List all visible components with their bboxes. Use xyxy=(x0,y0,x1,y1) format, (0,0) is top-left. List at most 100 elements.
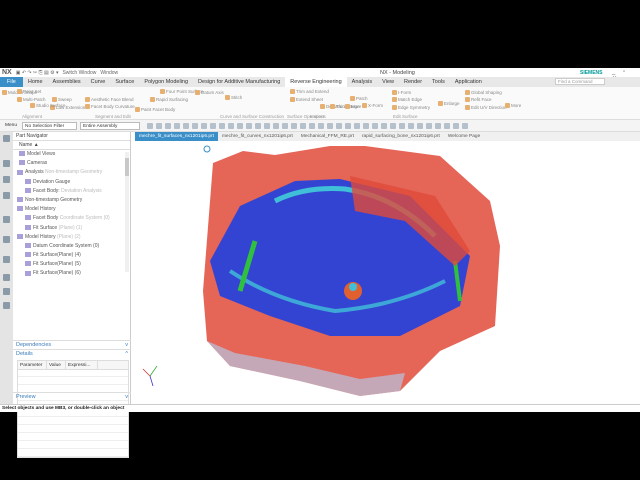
cmd-sweep[interactable]: Sweep xyxy=(52,97,72,102)
tree-item[interactable]: Non-timestamp Geometry xyxy=(13,196,131,205)
tab-render[interactable]: Render xyxy=(399,77,427,87)
cmd-enlarge[interactable]: Enlarge xyxy=(438,101,460,106)
cmd-trim-and-extend[interactable]: Trim and Extend xyxy=(290,89,329,94)
window-menu[interactable]: Window xyxy=(100,70,118,76)
command-icon xyxy=(30,103,35,108)
assembly-navigator-icon[interactable] xyxy=(3,160,10,167)
tab-home[interactable]: Home xyxy=(23,77,48,87)
tab-assemblies[interactable]: Assemblies xyxy=(48,77,86,87)
tree-item[interactable]: Model History (Plane) (2) xyxy=(13,233,131,242)
cmd-datum-axis[interactable]: Datum Axis xyxy=(195,90,224,95)
menu-button[interactable]: Menu xyxy=(3,122,19,130)
command-label: Datum Axis xyxy=(201,90,224,95)
resource-bar xyxy=(0,132,13,404)
quick-access-icons[interactable]: ▣ ↶ ↷ ✂ ⎘ ▤ ⚙ ▾ xyxy=(16,70,59,76)
tab-reverse-engineering[interactable]: Reverse Engineering xyxy=(285,77,347,87)
tree-item[interactable]: Datum Coordinate System (0) xyxy=(13,242,131,251)
cmd-i-form[interactable]: I-Form xyxy=(392,90,411,95)
file-tabs: mechre_fit_surfaces_nx1201ip6.prt mechre_… xyxy=(135,132,640,141)
tab-surface[interactable]: Surface xyxy=(110,77,139,87)
cmd-global-shaping[interactable]: Global Shaping xyxy=(465,90,502,95)
tab-analysis[interactable]: Analysis xyxy=(347,77,377,87)
reuse-library-icon[interactable] xyxy=(3,192,10,199)
parameter-column-header[interactable]: Parameter xyxy=(18,361,47,369)
file-tab[interactable]: mechre_fit_surfaces_nx1201ip6.prt xyxy=(135,132,218,141)
cmd-rapid-surfacing[interactable]: Rapid Surfacing xyxy=(150,97,188,102)
value-column-header[interactable]: Value xyxy=(47,361,66,369)
tab-application[interactable]: Application xyxy=(450,77,487,87)
cmd-paint-facet-body[interactable]: Paint Facet Body xyxy=(135,107,175,112)
tab-file[interactable]: File xyxy=(0,77,23,87)
name-column-label: Name xyxy=(19,142,33,148)
cmd-x-form[interactable]: X-Form xyxy=(362,103,383,108)
find-command-input[interactable]: Find a Command xyxy=(555,78,605,85)
feature-icon xyxy=(25,261,31,267)
palette-icon[interactable] xyxy=(3,236,10,243)
cmd-stitch[interactable]: Stitch xyxy=(225,95,242,100)
tree-item[interactable]: Fit Surface(Plane) (4) xyxy=(13,251,131,260)
snap-icons[interactable] xyxy=(147,122,468,129)
knowledge-icon[interactable] xyxy=(3,288,10,295)
tree-item[interactable]: Fit Surface (Plane) (1) xyxy=(13,224,131,233)
tree-item[interactable]: Facet Body: Deviation Analysis xyxy=(13,187,131,196)
file-tab[interactable]: Mechanical_FFM_RE.prt xyxy=(297,132,358,141)
assembly-scope-dropdown[interactable]: Entire Assembly xyxy=(80,121,140,130)
file-tab[interactable]: Welcome Page xyxy=(444,132,484,141)
cmd-refit-face[interactable]: Refit Face xyxy=(465,97,492,102)
feature-icon xyxy=(25,243,31,249)
switch-window-button[interactable]: Switch Window xyxy=(62,70,96,76)
cmd-point-set[interactable]: Point Set xyxy=(17,89,41,94)
ribbon: Molded Shape Point Set Multi-Patch Sweep Law… xyxy=(0,87,640,120)
part-navigator-icon[interactable] xyxy=(3,176,10,183)
cmd-patch[interactable]: Patch xyxy=(350,96,368,101)
command-icon xyxy=(465,105,470,110)
tree-item-label: Analysis xyxy=(25,169,44,176)
expression-column-header[interactable]: Expressi... xyxy=(66,361,98,369)
tree-item[interactable]: Deviation Gauge xyxy=(13,178,131,187)
name-column-header[interactable]: Name ▲ xyxy=(13,141,130,150)
tree-item-detail: (Plane) (1) xyxy=(58,224,83,231)
command-label: Aesthetic Face Blend xyxy=(91,97,134,102)
cmd-edge-symmetry[interactable]: Edge Symmetry xyxy=(392,105,430,110)
dependencies-section[interactable]: Dependencies v xyxy=(13,340,131,349)
file-tab[interactable]: mechre_fit_curves_nx1201ip6.prt xyxy=(218,132,297,141)
tree-item-label: Fit Surface xyxy=(33,224,58,231)
command-icon xyxy=(505,103,510,108)
tree-item[interactable]: Fit Surface(Plane) (6) xyxy=(13,269,131,278)
tree-item[interactable]: Fit Surface(Plane) (5) xyxy=(13,260,131,269)
ribbon-group-label: Edit Surface xyxy=(393,114,418,119)
tab-tools[interactable]: Tools xyxy=(427,77,450,87)
cmd-facet-body-curvature[interactable]: Facet Body Curvature xyxy=(85,104,135,109)
tree-item[interactable]: Analysis Non-timestamp Geometry xyxy=(13,168,131,177)
history-icon[interactable] xyxy=(3,256,10,263)
analysis-icon[interactable] xyxy=(3,274,10,281)
details-section[interactable]: Details ^ xyxy=(13,349,131,358)
tree-item[interactable]: Facet Body Coordinate System (0) xyxy=(13,214,131,223)
cmd-studio-surface[interactable]: Studio Surface xyxy=(30,103,66,108)
cmd-edit-u-v-direction[interactable]: Edit U/V Direction xyxy=(465,105,507,110)
ribbon-group-label: Segment and Edit xyxy=(95,114,131,119)
selection-filter-dropdown[interactable]: No Selection Filter xyxy=(22,121,77,130)
cmd-match-edge[interactable]: Match Edge xyxy=(392,97,422,102)
tab-curve[interactable]: Curve xyxy=(86,77,111,87)
cmd-aesthetic-face-blend[interactable]: Aesthetic Face Blend xyxy=(85,97,134,102)
cmd-more[interactable]: More xyxy=(345,104,361,109)
tree-item[interactable]: Model History xyxy=(13,205,131,214)
graphics-viewport[interactable] xyxy=(135,141,640,404)
web-browser-icon[interactable] xyxy=(3,216,10,223)
tree-item[interactable]: Model Views xyxy=(13,150,131,159)
tree-item[interactable]: Cameras xyxy=(13,159,131,168)
navigator-tree: Model Views Cameras Analysis Non-timesta… xyxy=(13,150,131,280)
settings-icon[interactable] xyxy=(3,135,10,142)
cmd-multi-patch[interactable]: Multi-Patch xyxy=(17,97,46,102)
cmd-extend-sheet[interactable]: Extend Sheet xyxy=(290,97,323,102)
file-tab[interactable]: rapid_surfacing_bone_nx1201ip6.prt xyxy=(358,132,444,141)
tab-design-for-additive-manufacturing[interactable]: Design for Additive Manufacturing xyxy=(193,77,285,87)
cmd-more[interactable]: More xyxy=(505,103,521,108)
preview-section[interactable]: Preview v xyxy=(13,392,131,401)
tab-view[interactable]: View xyxy=(377,77,399,87)
fit-icon[interactable] xyxy=(3,302,10,309)
status-bar: Select objects and use MB3, or double-cl… xyxy=(0,404,640,412)
tab-polygon-modeling[interactable]: Polygon Modeling xyxy=(139,77,193,87)
tree-scrollbar[interactable] xyxy=(125,152,129,272)
